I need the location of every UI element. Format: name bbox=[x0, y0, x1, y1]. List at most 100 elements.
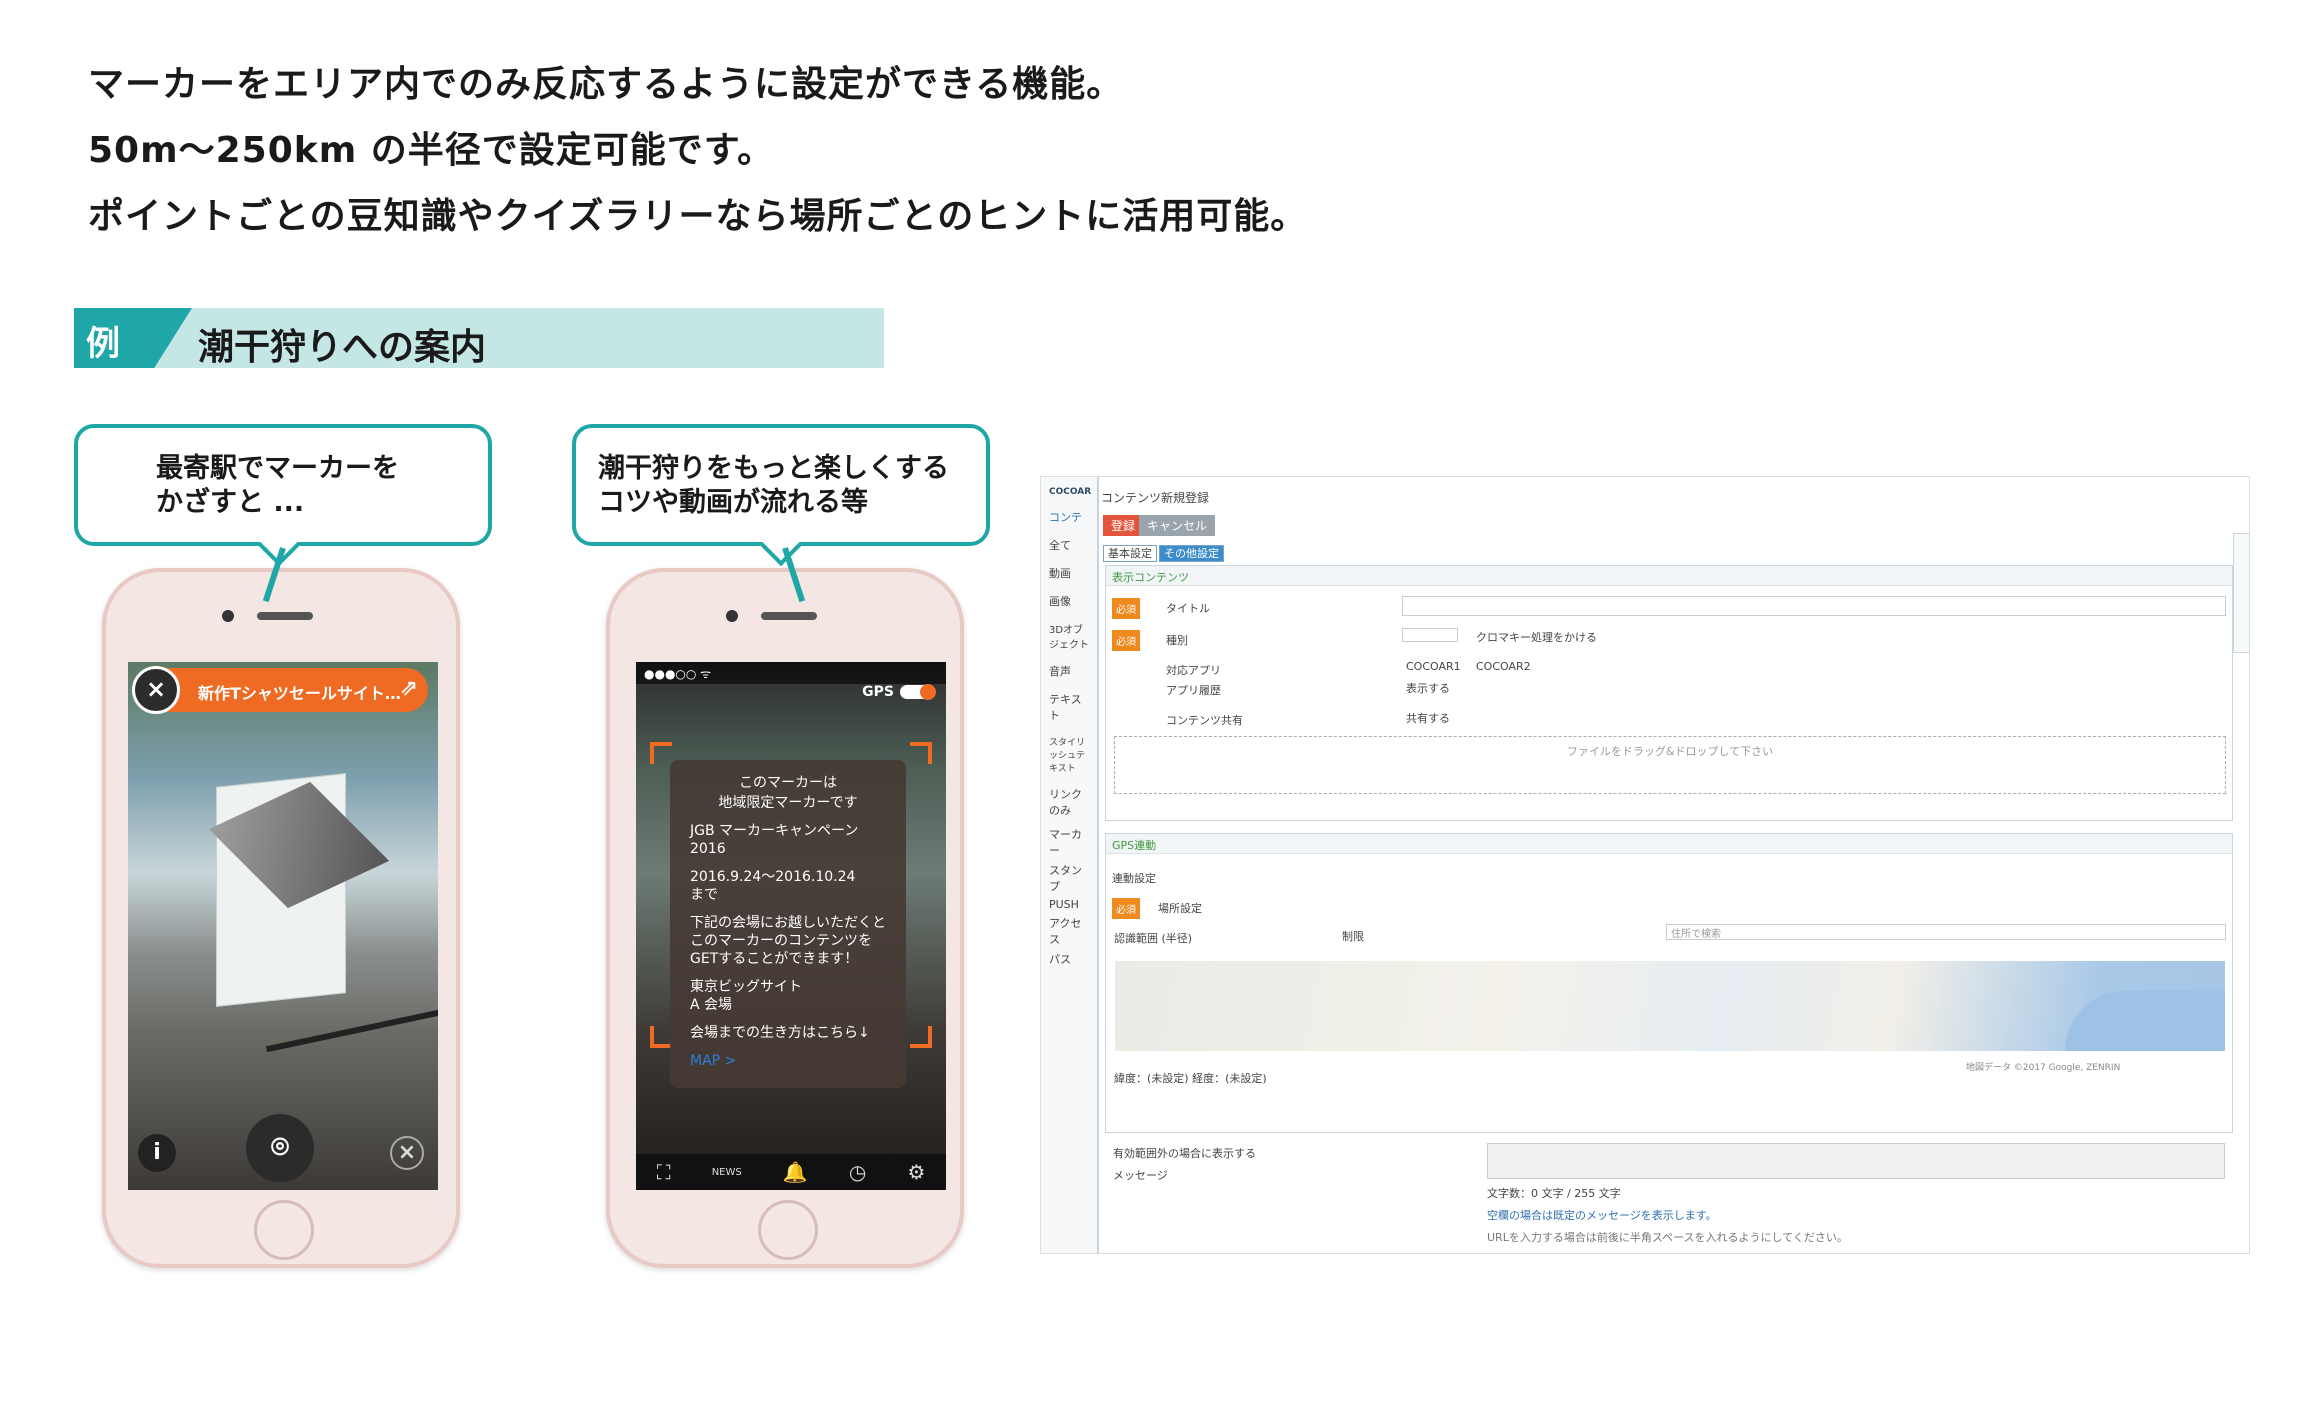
home-button bbox=[254, 1200, 314, 1260]
address-search-input[interactable]: 住所で検索 bbox=[1666, 924, 2226, 940]
default-message-note: 空欄の場合は既定のメッセージを表示します。 bbox=[1487, 1209, 1717, 1222]
history-icon[interactable]: ◷ bbox=[849, 1160, 866, 1184]
example-banner: 例 潮干狩りへの案内 bbox=[74, 308, 884, 368]
popup-l9: 東京ビッグサイト bbox=[690, 979, 802, 995]
intro-line-1: マーカーをエリア内でのみ反応するように設定ができる機能。 bbox=[88, 64, 1124, 105]
sidebar-item-link[interactable]: リンクのみ bbox=[1041, 784, 1097, 820]
example-tag-label: 例 bbox=[86, 324, 120, 364]
sidebar-item-pass[interactable]: パス bbox=[1041, 949, 1097, 969]
type-select[interactable] bbox=[1402, 628, 1458, 642]
popup-l1: このマーカーは bbox=[739, 775, 837, 791]
app-option-1[interactable]: COCOAR1 bbox=[1406, 660, 1461, 673]
share-label: コンテンツ共有 bbox=[1166, 714, 1243, 727]
type-label: 種別 bbox=[1166, 634, 1188, 647]
right-panel-edge bbox=[2233, 533, 2249, 653]
chroma-key-option[interactable]: クロマキー処理をかける bbox=[1476, 629, 1597, 645]
sidebar-item-3d[interactable]: 3Dオブジェクト bbox=[1041, 619, 1097, 653]
map-credit: 地図データ ©2017 Google, ZENRIN bbox=[1966, 1063, 2121, 1073]
sidebar-item-stylish-text[interactable]: スタイリッシュテキスト bbox=[1041, 733, 1097, 776]
info-icon[interactable]: i bbox=[138, 1134, 176, 1172]
intro-line-3: ポイントごとの豆知識やクイズラリーなら場所ごとのヒントに活用可能。 bbox=[88, 196, 1308, 237]
sidebar-item-contents[interactable]: コンテ bbox=[1041, 507, 1097, 527]
cancel-button[interactable]: キャンセル bbox=[1139, 515, 1216, 536]
popup-l5: まで bbox=[690, 887, 718, 903]
map-view[interactable] bbox=[1115, 961, 2225, 1051]
popup-l7: このマーカーのコンテンツを bbox=[690, 933, 872, 949]
promo-banner-text: 新作Tシャツセールサイト… bbox=[198, 684, 401, 703]
tab-basic[interactable]: 基本設定 bbox=[1103, 545, 1157, 562]
scan-corner-br bbox=[910, 1026, 932, 1048]
message-label: メッセージ bbox=[1113, 1169, 1168, 1182]
sidebar-item-push[interactable]: PUSH bbox=[1041, 896, 1097, 913]
promo-banner[interactable]: × 新作Tシャツセールサイト… ⇗ bbox=[132, 666, 428, 714]
speaker bbox=[257, 612, 313, 620]
required-badge: 必須 bbox=[1112, 898, 1140, 919]
popup-l2: 地域限定マーカーです bbox=[718, 795, 858, 811]
char-counter: 文字数：0 文字 / 255 文字 bbox=[1487, 1187, 1621, 1200]
range-label: 認識範囲 (半径) bbox=[1114, 932, 1193, 945]
external-link-icon[interactable]: ⇗ bbox=[400, 676, 418, 701]
phone-mockup-2: ●●●○○ ᯤ GPS このマーカーは 地域限定マーカーです JGB マーカーキ… bbox=[606, 568, 964, 1268]
admin-screenshot: COCOAR コンテ 全て 動画 画像 3Dオブジェクト 音声 テキスト スタイ… bbox=[1040, 476, 2250, 1254]
popup-l4: 2016.9.24〜2016.10.24 bbox=[690, 869, 856, 885]
intro-text: マーカーをエリア内でのみ反応するように設定ができる機能。 50m〜250km の… bbox=[88, 52, 1307, 250]
bell-icon[interactable]: 🔔 bbox=[783, 1160, 808, 1184]
gps-label: GPS bbox=[862, 684, 894, 700]
example-tag: 例 bbox=[74, 308, 192, 368]
news-icon[interactable]: NEWS bbox=[712, 1167, 742, 1178]
gps-toggle[interactable]: GPS bbox=[862, 684, 936, 700]
camera-icon[interactable]: ⌾ bbox=[246, 1114, 314, 1182]
coords-readout: 緯度：(未設定) 経度：(未設定) bbox=[1114, 1072, 1267, 1085]
share-option[interactable]: 共有する bbox=[1406, 710, 1450, 726]
home-button bbox=[758, 1200, 818, 1260]
sidebar-item-text[interactable]: テキスト bbox=[1041, 689, 1097, 725]
scan-icon[interactable]: ⛶ bbox=[657, 1160, 671, 1184]
address-placeholder: 住所で検索 bbox=[1671, 929, 1721, 940]
sidebar-item-stamp[interactable]: スタンプ bbox=[1041, 860, 1097, 896]
title-input[interactable] bbox=[1402, 596, 2226, 616]
speaker bbox=[761, 612, 817, 620]
url-note: URLを入力する場合は前後に半角スペースを入れるようにしてください。 bbox=[1487, 1231, 1848, 1244]
section-header-gps: GPS連動 bbox=[1106, 834, 2232, 854]
phone-2-screen: ●●●○○ ᯤ GPS このマーカーは 地域限定マーカーです JGB マーカーキ… bbox=[636, 662, 946, 1190]
range-select[interactable]: 制限 bbox=[1342, 928, 1364, 944]
phone-1-screen: × 新作Tシャツセールサイト… ⇗ i ⌾ × bbox=[128, 662, 438, 1190]
app-label: 対応アプリ bbox=[1166, 664, 1221, 677]
bottom-tab-bar: ⛶ NEWS 🔔 ◷ ⚙ bbox=[636, 1154, 946, 1190]
sidebar-item-audio[interactable]: 音声 bbox=[1041, 661, 1097, 681]
popup-map-link[interactable]: MAP > bbox=[690, 1052, 886, 1070]
gear-icon[interactable]: ⚙ bbox=[907, 1160, 925, 1184]
popup-l10: A 会場 bbox=[690, 997, 733, 1013]
gps-switch[interactable] bbox=[900, 684, 936, 700]
sidebar-item-image[interactable]: 画像 bbox=[1041, 591, 1097, 611]
message-textarea[interactable] bbox=[1487, 1143, 2225, 1179]
required-badge: 必須 bbox=[1112, 630, 1140, 651]
bubble-1-line-1: 最寄駅でマーカーを bbox=[156, 453, 399, 484]
file-drop-zone[interactable]: ファイルをドラッグ&ドロップして下さい bbox=[1114, 736, 2226, 794]
register-button[interactable]: 登録 bbox=[1103, 515, 1144, 536]
sidebar: COCOAR コンテ 全て 動画 画像 3Dオブジェクト 音声 テキスト スタイ… bbox=[1041, 477, 1099, 1253]
history-label: アプリ履歴 bbox=[1166, 684, 1221, 697]
geo-marker-popup: このマーカーは 地域限定マーカーです JGB マーカーキャンペーン 2016 2… bbox=[670, 760, 906, 1088]
app-option-2[interactable]: COCOAR2 bbox=[1476, 660, 1531, 673]
bubble-1-line-2: かざすと ... bbox=[156, 487, 305, 518]
status-bar: ●●●○○ ᯤ bbox=[636, 662, 946, 684]
page-title: コンテンツ新規登録 bbox=[1101, 491, 1210, 505]
front-camera bbox=[726, 610, 738, 622]
sidebar-item-marker[interactable]: マーカー bbox=[1041, 824, 1097, 860]
history-option[interactable]: 表示する bbox=[1406, 680, 1450, 696]
sidebar-item-all[interactable]: 全て bbox=[1041, 535, 1097, 555]
gps-setting-label: 連動設定 bbox=[1112, 872, 1156, 885]
example-title: 潮干狩りへの案内 bbox=[198, 327, 487, 368]
dismiss-icon[interactable]: × bbox=[390, 1136, 424, 1170]
tab-other[interactable]: その他設定 bbox=[1159, 545, 1224, 562]
sidebar-item-access[interactable]: アクセス bbox=[1041, 913, 1097, 949]
required-badge: 必須 bbox=[1112, 598, 1140, 619]
drop-text: ファイルをドラッグ&ドロップして下さい bbox=[1566, 745, 1774, 758]
popup-l6: 下記の会場にお越しいただくと bbox=[690, 915, 886, 931]
popup-l11: 会場までの生き方はこちら↓ bbox=[690, 1025, 870, 1041]
sidebar-item-video[interactable]: 動画 bbox=[1041, 563, 1097, 583]
settings-tabs: 基本設定 その他設定 bbox=[1103, 545, 1226, 562]
scan-corner-tr bbox=[910, 742, 932, 764]
close-icon[interactable]: × bbox=[132, 666, 180, 714]
